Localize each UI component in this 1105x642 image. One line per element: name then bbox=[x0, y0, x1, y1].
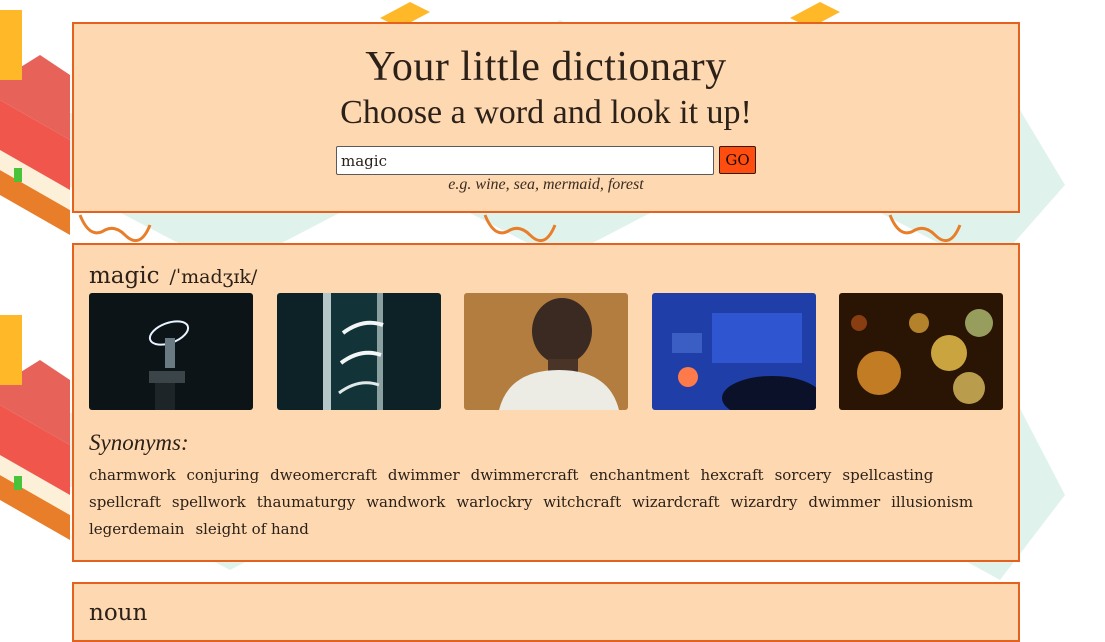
synonym-item[interactable]: thaumaturgy bbox=[257, 489, 355, 516]
synonym-item[interactable]: dweomercraft bbox=[270, 462, 377, 489]
synonym-item[interactable]: wandwork bbox=[366, 489, 445, 516]
synonyms-list: charmwork conjuring dweomercraft dwimmer dwi… bbox=[89, 462, 1004, 543]
word-entry-card: magic /ˈmadʒɪk/ Synonyms: charmwork conj… bbox=[72, 243, 1020, 562]
synonym-item[interactable]: wizardcraft bbox=[632, 489, 719, 516]
synonym-item[interactable]: conjuring bbox=[187, 462, 260, 489]
synonym-item[interactable]: sleight of hand bbox=[195, 516, 308, 543]
image-gallery bbox=[89, 293, 1003, 410]
word-heading: magic /ˈmadʒɪk/ bbox=[89, 263, 1003, 289]
header-card: Your little dictionary Choose a word and… bbox=[72, 22, 1020, 213]
synonyms-title: Synonyms: bbox=[89, 430, 189, 455]
synonym-item[interactable]: spellcasting bbox=[842, 462, 933, 489]
light-streaks-doorway-image bbox=[276, 293, 441, 410]
synonym-item[interactable]: illusionism bbox=[891, 489, 973, 516]
page-subtitle: Choose a word and look it up! bbox=[340, 94, 752, 131]
blue-desk-glowing-ball-image bbox=[651, 293, 816, 410]
synonym-item[interactable]: spellcraft bbox=[89, 489, 161, 516]
part-of-speech-label: noun bbox=[89, 600, 148, 626]
book-stack-icon bbox=[0, 10, 70, 235]
entry-phonetic: /ˈmadʒɪk/ bbox=[169, 266, 258, 288]
synonym-item[interactable]: wizardry bbox=[730, 489, 797, 516]
synonym-item[interactable]: charmwork bbox=[89, 462, 176, 489]
golden-bokeh-image bbox=[839, 293, 1003, 410]
entry-word: magic bbox=[89, 263, 160, 289]
synonym-item[interactable]: witchcraft bbox=[543, 489, 621, 516]
synonym-item[interactable]: dwimmercraft bbox=[471, 462, 579, 489]
man-back-view-image bbox=[464, 293, 628, 410]
synonym-item[interactable]: warlockry bbox=[456, 489, 532, 516]
search-row: GO bbox=[74, 146, 1018, 175]
synonym-item[interactable]: dwimmer bbox=[808, 489, 880, 516]
search-input[interactable] bbox=[336, 146, 714, 175]
synonym-item[interactable]: sorcery bbox=[775, 462, 832, 489]
synonym-item[interactable]: legerdemain bbox=[89, 516, 184, 543]
synonym-item[interactable]: enchantment bbox=[589, 462, 689, 489]
light-painting-figure-image bbox=[89, 293, 253, 410]
synonym-item[interactable]: dwimmer bbox=[388, 462, 460, 489]
page-title: Your little dictionary bbox=[365, 44, 727, 90]
synonym-item[interactable]: hexcraft bbox=[700, 462, 763, 489]
part-of-speech-card: noun bbox=[72, 582, 1020, 642]
go-button[interactable]: GO bbox=[719, 146, 756, 174]
synonym-item[interactable]: spellwork bbox=[172, 489, 246, 516]
search-hint: e.g. wine, sea, mermaid, forest bbox=[448, 176, 644, 193]
